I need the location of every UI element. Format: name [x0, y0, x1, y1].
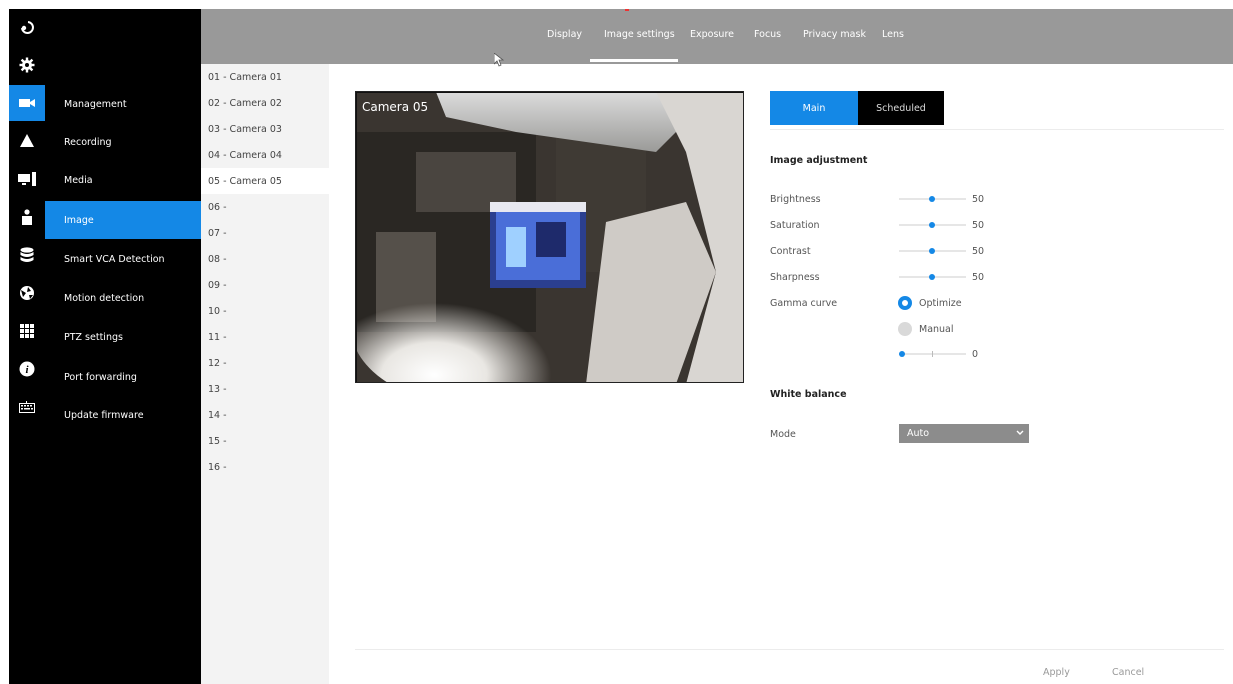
- sidebar: Management Recording Media Image Smart V…: [45, 9, 201, 684]
- sharpness-label: Sharpness: [770, 272, 820, 283]
- mode-select-value: Auto: [907, 428, 930, 439]
- camera-list-item[interactable]: 15 -: [201, 428, 329, 454]
- sidebar-item-label: Image: [64, 214, 94, 226]
- gamma-curve-label: Gamma curve: [770, 298, 838, 309]
- camera-list-item[interactable]: 11 -: [201, 324, 329, 350]
- logout-icon[interactable]: [9, 9, 45, 45]
- camera-list-item[interactable]: 01 - Camera 01: [201, 64, 329, 90]
- apply-button[interactable]: Apply: [1043, 667, 1070, 678]
- camera-list-item-selected[interactable]: 05 - Camera 05: [201, 168, 329, 194]
- saturation-slider[interactable]: [899, 218, 966, 232]
- sidebar-item-label: Smart VCA Detection: [64, 253, 165, 265]
- footer-divider: [355, 649, 1224, 650]
- contrast-value: 50: [972, 246, 985, 257]
- camera-list-item[interactable]: 10 -: [201, 298, 329, 324]
- display-icon[interactable]: [9, 161, 45, 197]
- sidebar-item-label: Motion detection: [64, 292, 145, 304]
- sidebar-item-label: Port forwarding: [64, 371, 137, 383]
- sidebar-item-label: Media: [64, 174, 93, 186]
- camera-feed-image: [356, 92, 743, 382]
- sharpness-slider[interactable]: [899, 270, 966, 284]
- top-margin: [0, 0, 1233, 9]
- info-icon[interactable]: i: [9, 351, 45, 387]
- white-balance-mode-select[interactable]: Auto: [899, 424, 1029, 443]
- camera-list-item[interactable]: 03 - Camera 03: [201, 116, 329, 142]
- brightness-slider[interactable]: [899, 192, 966, 206]
- video-preview[interactable]: Camera 05: [355, 91, 744, 383]
- camera-name-overlay: Camera 05: [362, 100, 429, 114]
- camera-list-item[interactable]: 12 -: [201, 350, 329, 376]
- divider: [770, 129, 1224, 130]
- sidebar-item-label: PTZ settings: [64, 331, 123, 343]
- user-icon[interactable]: [9, 199, 45, 235]
- scheduled-mode-button[interactable]: Scheduled: [858, 91, 944, 125]
- brightness-value: 50: [972, 194, 985, 205]
- sidebar-item-update-firmware[interactable]: Update firmware: [45, 396, 201, 434]
- tab-privacy-mask[interactable]: Privacy mask: [803, 29, 866, 40]
- camera-list-item[interactable]: 08 -: [201, 246, 329, 272]
- top-tab-bar: Display Image settings Exposure Focus Pr…: [201, 9, 1233, 67]
- sidebar-item-smart-vca-detection[interactable]: Smart VCA Detection: [45, 240, 201, 278]
- saturation-label: Saturation: [770, 220, 820, 231]
- white-balance-mode-label: Mode: [770, 429, 796, 440]
- cancel-button[interactable]: Cancel: [1112, 667, 1144, 678]
- tab-image-settings[interactable]: Image settings: [604, 29, 675, 40]
- camera-list-item[interactable]: 09 -: [201, 272, 329, 298]
- grid-icon[interactable]: [9, 313, 45, 349]
- database-icon[interactable]: [9, 237, 45, 273]
- sidebar-item-recording[interactable]: Recording: [45, 123, 201, 161]
- camera-list-item[interactable]: 04 - Camera 04: [201, 142, 329, 168]
- sidebar-item-media[interactable]: Media: [45, 161, 201, 199]
- gamma-slider[interactable]: [899, 347, 966, 361]
- gamma-value: 0: [972, 349, 979, 360]
- keyboard-icon[interactable]: [9, 389, 45, 425]
- tab-display[interactable]: Display: [547, 29, 582, 40]
- icon-rail: i: [9, 9, 45, 684]
- brightness-label: Brightness: [770, 194, 821, 205]
- tab-lens[interactable]: Lens: [882, 29, 904, 40]
- optimize-radio-label: Optimize: [919, 298, 962, 309]
- image-adjustment-heading: Image adjustment: [770, 155, 868, 166]
- indicator-dot: [625, 9, 629, 11]
- camera-icon[interactable]: [9, 85, 45, 121]
- gear-icon[interactable]: [9, 47, 45, 83]
- sidebar-item-motion-detection[interactable]: Motion detection: [45, 279, 201, 317]
- sharpness-value: 50: [972, 272, 985, 283]
- camera-list-item[interactable]: 06 -: [201, 194, 329, 220]
- sidebar-item-label: Management: [64, 98, 127, 110]
- tab-exposure[interactable]: Exposure: [690, 29, 734, 40]
- manual-radio-label: Manual: [919, 324, 954, 335]
- manual-radio[interactable]: [898, 322, 912, 336]
- active-tab-underline: [590, 59, 678, 62]
- sidebar-item-image[interactable]: Image: [45, 201, 201, 239]
- sidebar-item-label: Recording: [64, 136, 112, 148]
- sidebar-item-port-forwarding[interactable]: Port forwarding: [45, 358, 201, 396]
- network-icon[interactable]: [9, 275, 45, 311]
- camera-list-item[interactable]: 13 -: [201, 376, 329, 402]
- camera-list: 01 - Camera 01 02 - Camera 02 03 - Camer…: [201, 64, 329, 684]
- sidebar-item-management[interactable]: Management: [45, 85, 201, 123]
- alert-icon[interactable]: [9, 123, 45, 159]
- white-balance-heading: White balance: [770, 389, 847, 400]
- camera-list-item[interactable]: 16 -: [201, 454, 329, 480]
- mouse-cursor-icon: [494, 53, 504, 67]
- optimize-radio[interactable]: [898, 296, 912, 310]
- contrast-slider[interactable]: [899, 244, 966, 258]
- chevron-down-icon: [1016, 430, 1024, 435]
- contrast-label: Contrast: [770, 246, 811, 257]
- camera-list-item[interactable]: 14 -: [201, 402, 329, 428]
- tab-focus[interactable]: Focus: [754, 29, 781, 40]
- camera-list-item[interactable]: 02 - Camera 02: [201, 90, 329, 116]
- sidebar-item-label: Update firmware: [64, 409, 144, 421]
- saturation-value: 50: [972, 220, 985, 231]
- main-mode-button[interactable]: Main: [770, 91, 858, 125]
- sidebar-item-ptz-settings[interactable]: PTZ settings: [45, 318, 201, 356]
- camera-list-item[interactable]: 07 -: [201, 220, 329, 246]
